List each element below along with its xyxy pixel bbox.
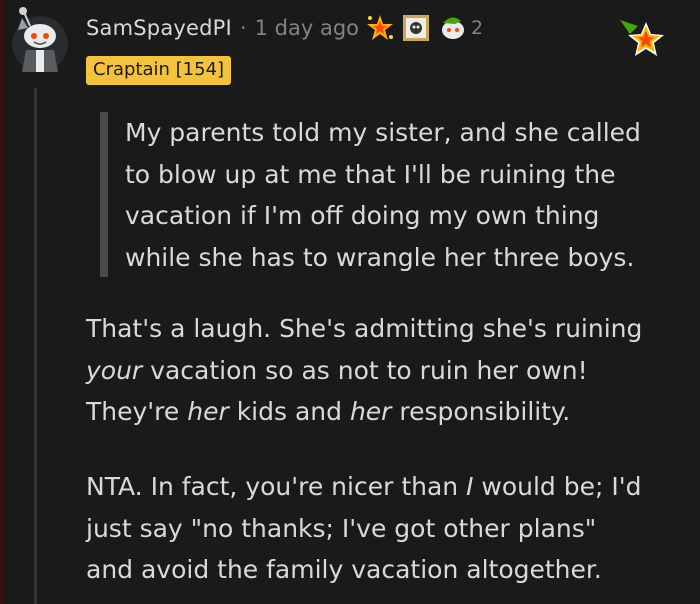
thread-collapse-line[interactable] <box>34 88 37 604</box>
user-avatar[interactable] <box>8 4 72 74</box>
quote-bar <box>100 112 108 277</box>
paragraph-line: and avoid the family vacation altogether… <box>86 555 602 585</box>
paragraph-line: That's a laugh. She's admitting she's ru… <box>86 314 643 343</box>
text: kids and <box>228 397 350 427</box>
quote-line: My parents told my sister, and she calle… <box>125 118 641 147</box>
username-link[interactable]: SamSpayedPI <box>86 16 232 40</box>
emphasis: her <box>187 397 229 427</box>
quote-line: to blow up at me that I'll be ruining th… <box>125 159 616 189</box>
snoo-award-icon[interactable] <box>437 13 467 43</box>
quote-line: while she has to wrangle her three boys. <box>125 242 635 272</box>
snoo-avatar-icon <box>12 7 68 72</box>
text: would be; I'd <box>473 472 642 501</box>
paragraph-line: just say "no thanks; I've got other plan… <box>86 513 597 543</box>
sparkle-award-icon[interactable] <box>365 13 395 43</box>
quote-text: My parents told my sister, and she calle… <box>125 112 680 278</box>
text: NTA. In fact, you're nicer than <box>86 472 467 501</box>
user-flair: Craptain [154] <box>86 56 232 85</box>
emphasis: your <box>86 355 143 385</box>
framed-award-icon[interactable] <box>401 13 431 43</box>
text: They're <box>86 397 188 427</box>
gold-star-icon[interactable] <box>620 16 668 64</box>
comment-header: SamSpayedPI · 1 day ago 2 <box>86 12 483 44</box>
left-accent-rail <box>0 0 4 604</box>
separator-dot: · <box>239 16 247 40</box>
comment-paragraph-1: That's a laugh. She's admitting she's ru… <box>86 308 686 433</box>
timestamp[interactable]: 1 day ago <box>255 16 359 40</box>
paragraph-line: NTA. In fact, you're nicer than I would … <box>86 466 686 508</box>
paragraph-line: your vacation so as not to ruin her own! <box>86 350 686 392</box>
text: vacation so as not to ruin her own! <box>142 355 588 385</box>
award-count: 2 <box>471 17 484 39</box>
emphasis: her <box>349 397 392 427</box>
quote-line: vacation if I'm off doing my own thing <box>125 201 600 231</box>
text: responsibility. <box>391 397 571 427</box>
paragraph-line: They're her kids and her responsibility. <box>86 391 686 433</box>
comment-paragraph-2: NTA. In fact, you're nicer than I would … <box>86 466 686 591</box>
